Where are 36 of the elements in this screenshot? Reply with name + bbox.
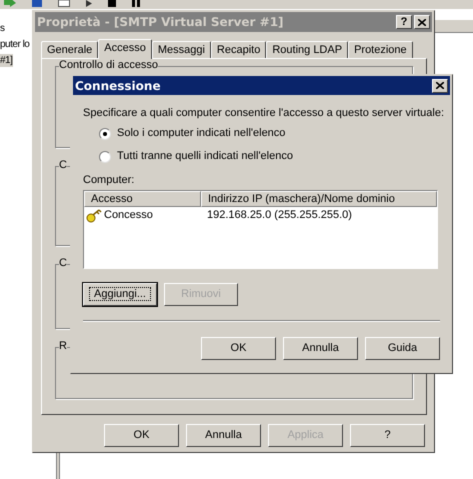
column-header[interactable]: Indirizzo IP (maschera)/Nome dominio <box>201 191 437 207</box>
key-icon <box>86 208 102 222</box>
tree-item[interactable]: s <box>0 22 6 35</box>
radio-button[interactable] <box>99 128 111 140</box>
dialog-button[interactable]: Annulla <box>186 424 261 447</box>
window-icon[interactable] <box>58 0 70 7</box>
radio-label: Tutti tranne quelli indicati nell'elenco <box>117 150 293 163</box>
list-label: Computer: <box>83 174 136 187</box>
close-button[interactable] <box>414 15 430 29</box>
column-header[interactable]: Accesso <box>84 191 201 207</box>
dialog-button[interactable]: OK <box>104 424 179 447</box>
close-button[interactable] <box>432 78 448 92</box>
dialog-button[interactable]: Aggiungi... <box>83 283 157 306</box>
help-button[interactable]: ? <box>396 15 412 29</box>
tab[interactable]: Recapito <box>210 41 266 58</box>
close-icon <box>436 82 444 89</box>
table-cell-text: Concesso <box>104 208 153 224</box>
tree-item[interactable]: #1] <box>0 54 14 67</box>
dialog-button[interactable]: Guida <box>365 337 440 360</box>
pause-icon[interactable] <box>132 0 140 7</box>
play-icon[interactable] <box>86 0 92 7</box>
window-title: Proprietà - [SMTP Virtual Server #1] <box>37 14 284 31</box>
dialog-button[interactable]: Annulla <box>283 337 358 360</box>
tree-item[interactable]: puter lo <box>0 38 30 51</box>
dialog-button[interactable]: ? <box>350 424 425 447</box>
tab[interactable]: Generale <box>41 41 98 58</box>
dialog-button[interactable]: OK <box>201 337 276 360</box>
radio-label: Solo i computer indicati nell'elenco <box>117 127 286 140</box>
tab[interactable]: Accesso <box>98 39 152 59</box>
tab[interactable]: Messaggi <box>152 41 211 58</box>
close-icon <box>418 18 426 26</box>
dialog-title: Connessione <box>75 78 161 94</box>
table-cell-text: 192.168.25.0 (255.255.255.0) <box>206 208 352 224</box>
tab[interactable]: Protezione <box>348 41 413 58</box>
tab[interactable]: Routing LDAP <box>266 41 348 58</box>
radio-button[interactable] <box>99 150 111 162</box>
